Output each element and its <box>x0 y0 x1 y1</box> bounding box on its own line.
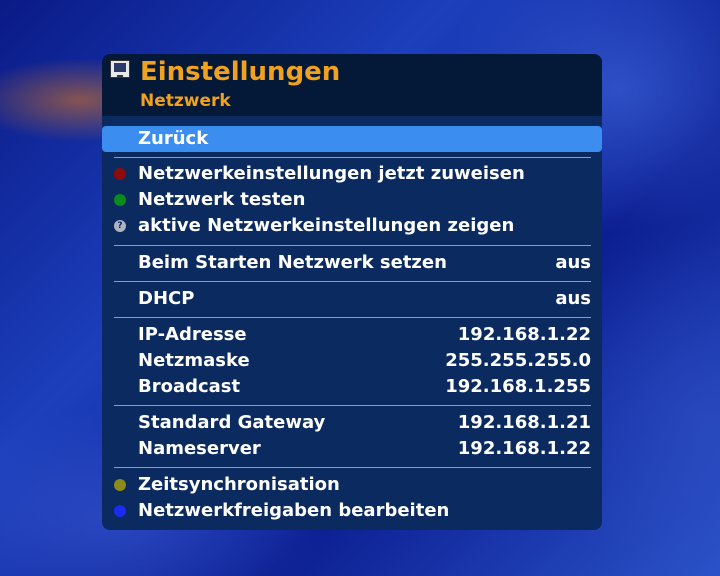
network-shares-label: Netzwerkfreigaben bearbeiten <box>138 500 450 521</box>
red-button-icon <box>114 168 126 180</box>
netmask-value: 255.255.255.0 <box>445 350 591 371</box>
time-sync-menu-item[interactable]: Zeitsynchronisation <box>102 472 602 498</box>
ip-address-label: IP-Adresse <box>138 324 247 345</box>
broadcast-value: 192.168.1.255 <box>445 376 591 397</box>
gateway-value: 192.168.1.21 <box>457 412 591 433</box>
time-sync-label: Zeitsynchronisation <box>138 474 340 495</box>
green-button-icon <box>114 194 126 206</box>
ip-address-value: 192.168.1.22 <box>457 324 591 345</box>
assign-network-label: Netzwerkeinstellungen jetzt zuweisen <box>138 163 525 184</box>
gateway-label: Standard Gateway <box>138 412 326 433</box>
broadcast-label: Broadcast <box>138 376 241 397</box>
separator <box>114 281 591 282</box>
help-button-icon: ? <box>114 220 126 232</box>
broadcast-option[interactable]: Broadcast 192.168.1.255 <box>102 374 602 400</box>
show-active-settings-menu-item[interactable]: ? aktive Netzwerkeinstellungen zeigen <box>102 213 602 239</box>
settings-tv-icon <box>110 60 130 78</box>
back-label: Zurück <box>138 128 209 149</box>
nameserver-value: 192.168.1.22 <box>457 438 591 459</box>
dhcp-value: aus <box>555 288 591 309</box>
settings-panel: Einstellungen Netzwerk Zurück Netzwerkei… <box>102 54 602 530</box>
separator <box>114 467 591 468</box>
separator <box>114 245 591 246</box>
panel-header: Einstellungen Netzwerk <box>102 54 602 116</box>
separator <box>114 157 591 158</box>
test-network-menu-item[interactable]: Netzwerk testen <box>102 187 602 213</box>
dhcp-label: DHCP <box>138 288 195 309</box>
blue-button-icon <box>114 505 126 517</box>
netmask-label: Netzmaske <box>138 350 250 371</box>
set-network-on-start-value: aus <box>555 252 591 273</box>
ip-address-option[interactable]: IP-Adresse 192.168.1.22 <box>102 322 602 348</box>
nameserver-label: Nameserver <box>138 438 261 459</box>
show-active-settings-label: aktive Netzwerkeinstellungen zeigen <box>138 215 515 236</box>
test-network-label: Netzwerk testen <box>138 189 306 210</box>
yellow-button-icon <box>114 479 126 491</box>
dhcp-option[interactable]: DHCP aus <box>102 286 602 312</box>
nameserver-option[interactable]: Nameserver 192.168.1.22 <box>102 436 602 462</box>
netmask-option[interactable]: Netzmaske 255.255.255.0 <box>102 348 602 374</box>
back-menu-item[interactable]: Zurück <box>102 126 602 152</box>
separator <box>114 405 591 406</box>
network-shares-menu-item[interactable]: Netzwerkfreigaben bearbeiten <box>102 498 602 524</box>
set-network-on-start-option[interactable]: Beim Starten Netzwerk setzen aus <box>102 250 602 276</box>
gateway-option[interactable]: Standard Gateway 192.168.1.21 <box>102 410 602 436</box>
page-title: Einstellungen <box>140 57 341 87</box>
assign-network-menu-item[interactable]: Netzwerkeinstellungen jetzt zuweisen <box>102 161 602 187</box>
set-network-on-start-label: Beim Starten Netzwerk setzen <box>138 252 447 273</box>
separator <box>114 317 591 318</box>
page-subtitle: Netzwerk <box>140 91 231 111</box>
